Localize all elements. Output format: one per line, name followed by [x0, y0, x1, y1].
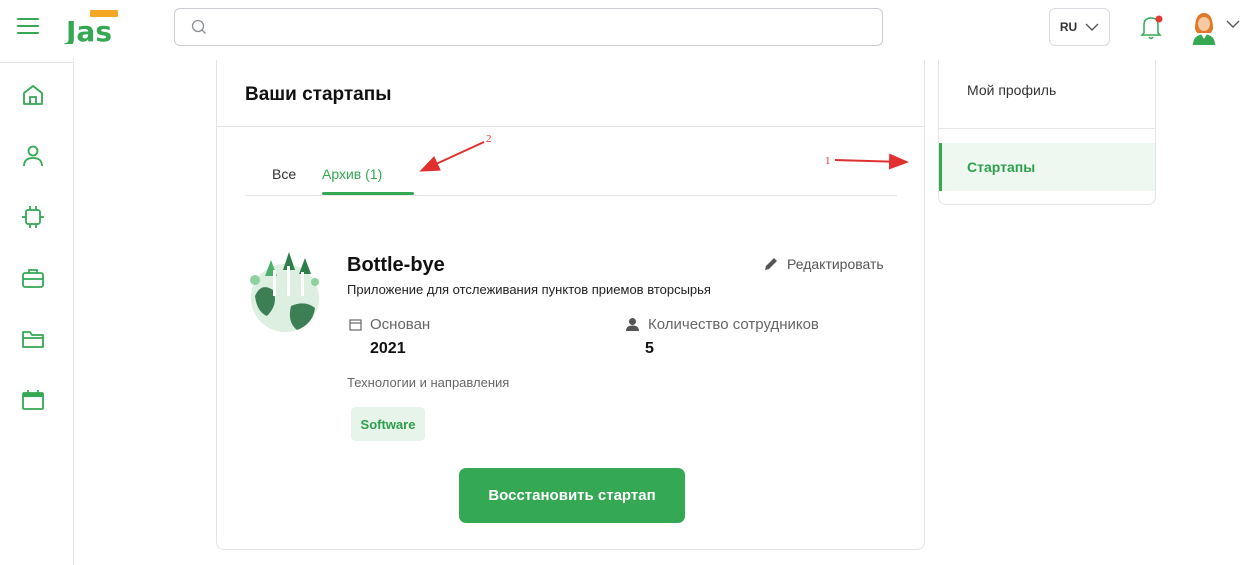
- founded-label-row: Основан: [349, 316, 430, 333]
- startup-image: [250, 252, 319, 332]
- person-icon: [626, 318, 639, 331]
- avatar[interactable]: [1187, 9, 1221, 45]
- calendar-icon[interactable]: [20, 387, 46, 413]
- employees-label: Количество сотрудников: [648, 316, 819, 333]
- edit-label: Редактировать: [787, 256, 884, 272]
- menu-item-profile[interactable]: Мой профиль: [939, 82, 1155, 98]
- divider: [939, 128, 1155, 129]
- annotation-number-1: 1: [825, 155, 831, 167]
- bell-icon[interactable]: [1139, 13, 1165, 41]
- active-tab-indicator: [322, 192, 414, 195]
- jas-logo[interactable]: Jas: [60, 10, 124, 44]
- tab-archive[interactable]: Архив (1): [322, 166, 382, 182]
- startups-card: Ваши стартапы Все Архив (1) Bottle-bye П…: [216, 60, 925, 550]
- chip-icon[interactable]: [20, 204, 46, 230]
- pencil-icon: [765, 258, 777, 270]
- menu-item-startups[interactable]: Стартапы: [939, 143, 1155, 191]
- annotation-number-2: 2: [486, 133, 492, 145]
- chevron-down-icon: [1085, 23, 1099, 31]
- founded-label: Основан: [370, 316, 431, 333]
- edit-button[interactable]: Редактировать: [763, 256, 884, 272]
- briefcase-icon[interactable]: [20, 265, 46, 291]
- language-select[interactable]: RU: [1049, 8, 1110, 46]
- restore-startup-button[interactable]: Восстановить стартап: [459, 468, 685, 523]
- tech-label: Технологии и направления: [347, 375, 510, 390]
- startup-name: Bottle-bye: [347, 254, 445, 276]
- home-icon[interactable]: [20, 82, 46, 108]
- menu-icon[interactable]: [17, 18, 39, 36]
- top-bar: Jas RU: [0, 0, 1244, 58]
- logo-text: Jas: [64, 15, 112, 44]
- profile-menu: Мой профиль Стартапы: [938, 60, 1156, 205]
- sidebar: [0, 58, 74, 565]
- divider: [217, 126, 924, 127]
- search-input[interactable]: [174, 8, 883, 46]
- employees-label-row: Количество сотрудников: [625, 316, 819, 333]
- divider: [0, 62, 74, 63]
- tab-all[interactable]: Все: [272, 166, 296, 182]
- founded-value: 2021: [370, 340, 406, 357]
- folder-icon[interactable]: [20, 326, 46, 352]
- chevron-down-icon[interactable]: [1226, 20, 1240, 29]
- page-title: Ваши стартапы: [245, 84, 392, 105]
- user-icon[interactable]: [20, 143, 46, 169]
- tag-software: Software: [351, 407, 425, 441]
- startup-description: Приложение для отслеживания пунктов прие…: [347, 282, 711, 297]
- language-value: RU: [1059, 20, 1078, 34]
- calendar-icon: [349, 319, 362, 331]
- search-icon: [191, 19, 206, 34]
- employees-value: 5: [645, 340, 654, 357]
- tabs: Все Архив (1): [245, 156, 897, 196]
